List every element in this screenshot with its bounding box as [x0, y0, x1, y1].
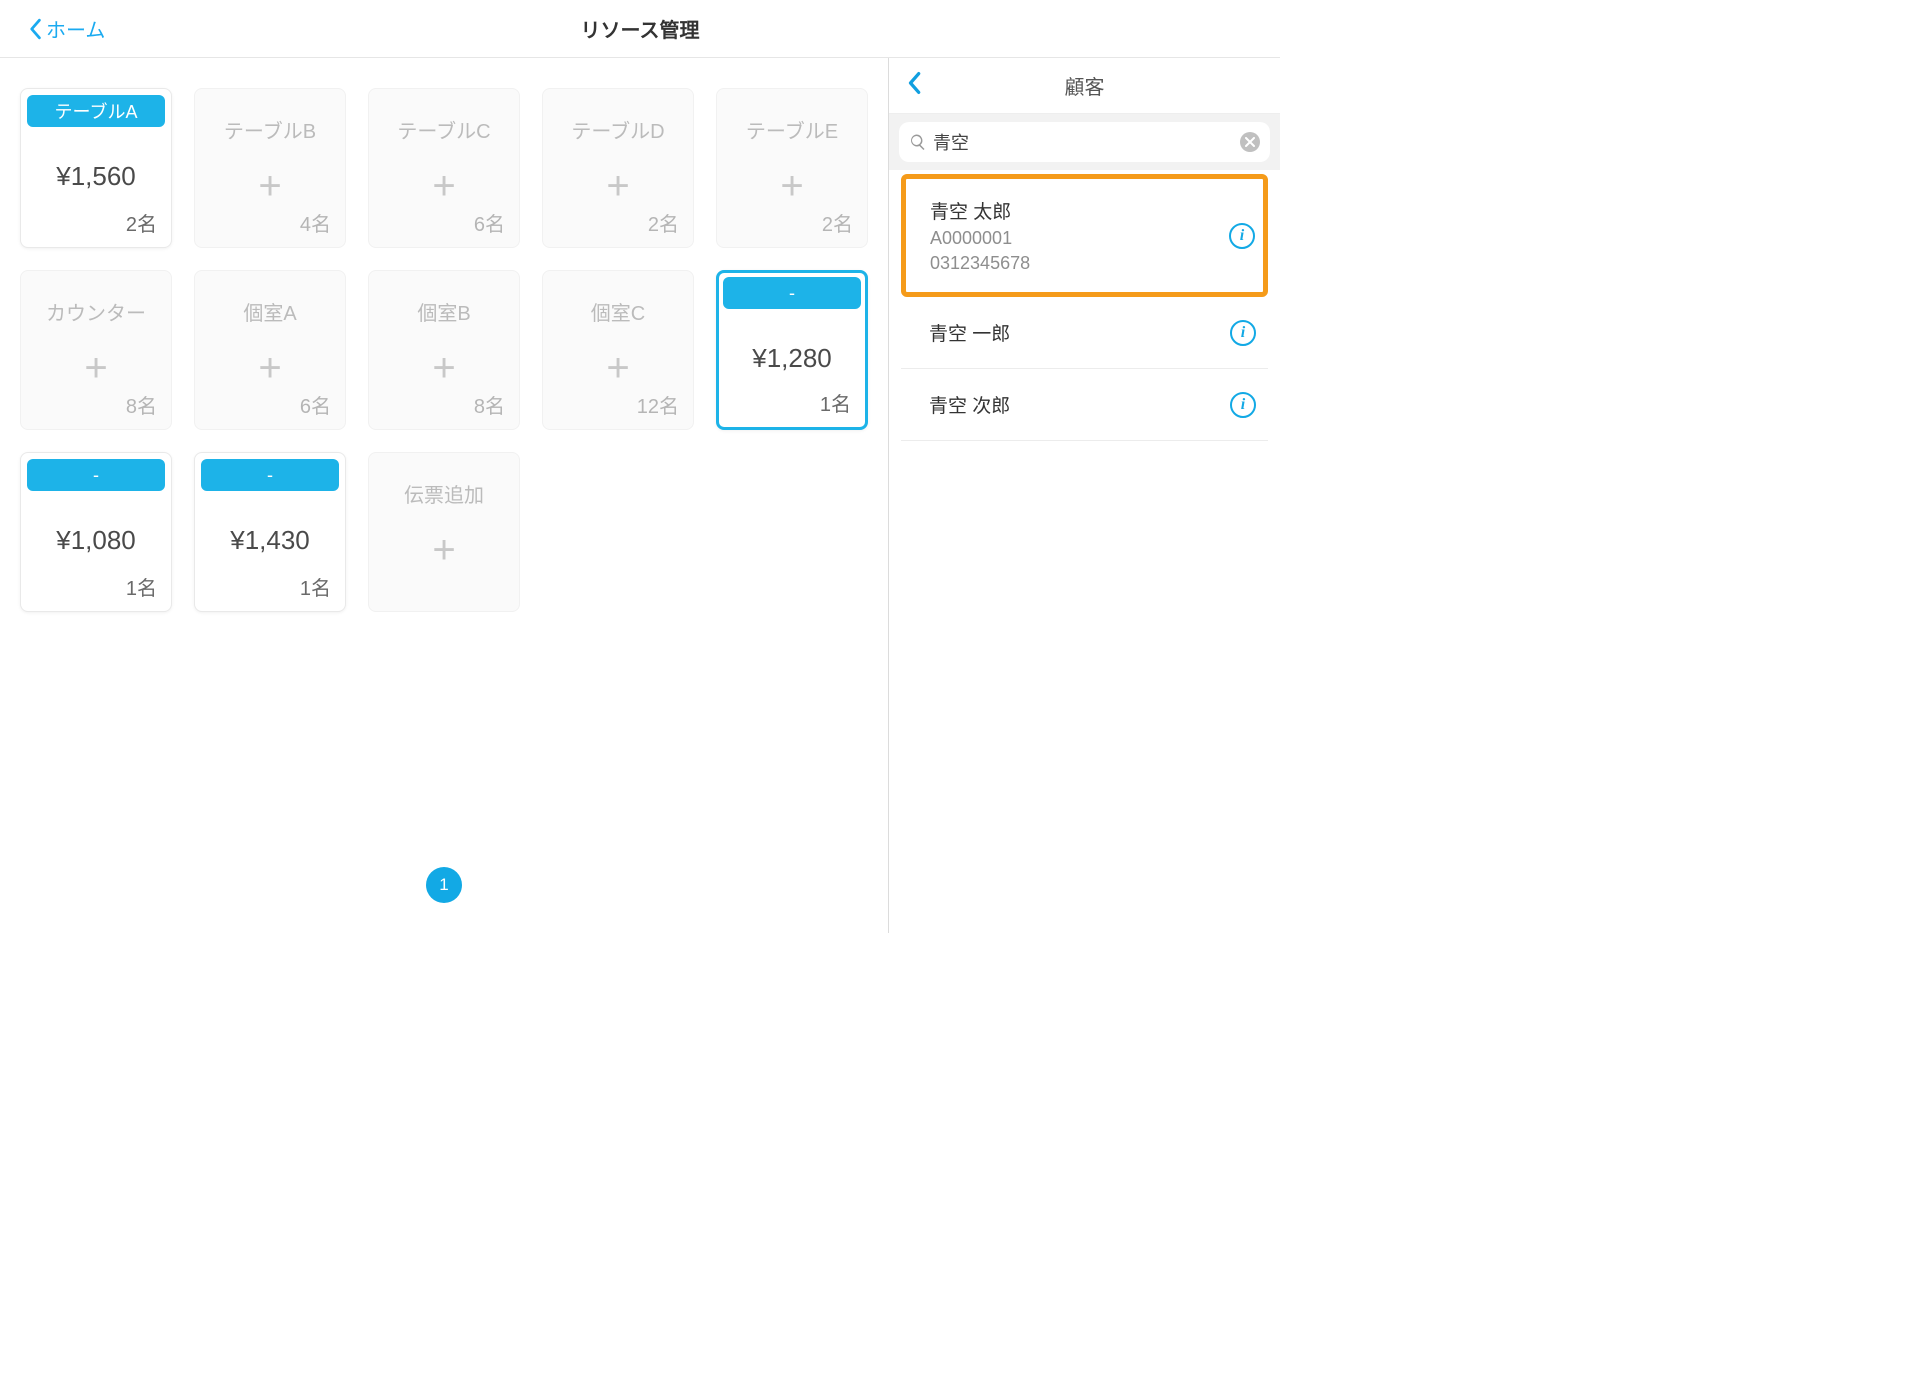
resource-capacity: 12名 — [637, 390, 679, 419]
resource-card[interactable]: 個室C +12名 — [542, 270, 694, 430]
resource-card[interactable]: - ¥1,280 1名 — [716, 270, 868, 430]
resource-card[interactable]: テーブルA ¥1,560 2名 — [20, 88, 172, 248]
sidebar-header: 顧客 — [889, 58, 1280, 114]
resource-name: 個室B — [369, 271, 519, 326]
plus-icon: + — [606, 166, 629, 206]
customer-list: 青空 太郎 A0000001 0312345678 i 青空 一郎 i 青空 次郎 i — [889, 170, 1280, 933]
customer-info: 青空 太郎 A0000001 0312345678 — [930, 197, 1030, 274]
search-bar — [889, 114, 1280, 170]
plus-icon: + — [84, 348, 107, 388]
plus-icon: + — [432, 166, 455, 206]
chevron-left-icon — [907, 71, 921, 95]
search-icon — [909, 133, 927, 151]
resource-card[interactable]: 個室A +6名 — [194, 270, 346, 430]
resource-main: テーブルA¥1,5602名テーブルB+4名テーブルC+6名テーブルD+2名テーブ… — [0, 58, 888, 933]
plus-icon: + — [258, 166, 281, 206]
resource-card[interactable]: - ¥1,080 1名 — [20, 452, 172, 612]
resource-grid: テーブルA¥1,5602名テーブルB+4名テーブルC+6名テーブルD+2名テーブ… — [20, 88, 868, 612]
chevron-left-icon — [28, 18, 42, 40]
sidebar-title: 顧客 — [1065, 71, 1105, 100]
close-icon — [1245, 137, 1255, 147]
resource-capacity: 8名 — [126, 390, 157, 419]
resource-amount: ¥1,560 — [56, 161, 136, 192]
app-header: ホーム リソース管理 — [0, 0, 1280, 58]
resource-capacity: 2名 — [648, 208, 679, 237]
resource-card[interactable]: テーブルD +2名 — [542, 88, 694, 248]
resource-card[interactable]: 個室B +8名 — [368, 270, 520, 430]
clear-search-button[interactable] — [1240, 132, 1260, 152]
resource-capacity: 6名 — [474, 208, 505, 237]
resource-name: 個室C — [543, 271, 693, 326]
customer-row[interactable]: 青空 一郎 i — [901, 297, 1268, 369]
resource-name-badge: - — [723, 277, 861, 309]
customer-info: 青空 次郎 — [929, 391, 1010, 418]
resource-name-badge: - — [201, 459, 339, 491]
back-home-button[interactable]: ホーム — [28, 14, 105, 43]
resource-capacity: 6名 — [300, 390, 331, 419]
info-button[interactable]: i — [1230, 392, 1256, 418]
resource-card[interactable]: テーブルE +2名 — [716, 88, 868, 248]
pagination: 1 — [0, 867, 888, 903]
resource-card[interactable]: - ¥1,430 1名 — [194, 452, 346, 612]
info-button[interactable]: i — [1229, 223, 1255, 249]
resource-card[interactable]: カウンター +8名 — [20, 270, 172, 430]
resource-capacity: 8名 — [474, 390, 505, 419]
resource-amount: ¥1,280 — [752, 343, 832, 374]
customer-row[interactable]: 青空 太郎 A0000001 0312345678 i — [901, 174, 1268, 297]
resource-capacity: 2名 — [126, 208, 157, 237]
page-title: リソース管理 — [581, 14, 700, 43]
resource-capacity: 2名 — [822, 208, 853, 237]
resource-name: テーブルC — [369, 89, 519, 144]
customer-sidebar: 顧客 青空 太郎 A0000001 0312345678 i 青空 一郎 i 青空 次郎 i — [888, 58, 1280, 933]
customer-name: 青空 次郎 — [929, 391, 1010, 418]
resource-capacity: 1名 — [300, 572, 331, 601]
customer-code: A0000001 — [930, 228, 1030, 249]
resource-name: テーブルE — [717, 89, 867, 144]
resource-capacity: 4名 — [300, 208, 331, 237]
customer-name: 青空 一郎 — [929, 319, 1010, 346]
resource-name: 個室A — [195, 271, 345, 326]
resource-name: カウンター — [21, 271, 171, 326]
sidebar-back-button[interactable] — [907, 71, 921, 100]
add-slip-label: 伝票追加 — [369, 453, 519, 508]
page-indicator[interactable]: 1 — [426, 867, 462, 903]
resource-name-badge: - — [27, 459, 165, 491]
back-home-label: ホーム — [46, 14, 105, 43]
plus-icon: + — [432, 530, 455, 570]
resource-name: テーブルD — [543, 89, 693, 144]
resource-name: テーブルB — [195, 89, 345, 144]
resource-capacity: 1名 — [820, 388, 851, 417]
resource-card[interactable]: テーブルC +6名 — [368, 88, 520, 248]
customer-info: 青空 一郎 — [929, 319, 1010, 346]
search-field[interactable] — [899, 122, 1270, 162]
customer-name: 青空 太郎 — [930, 197, 1030, 224]
customer-row[interactable]: 青空 次郎 i — [901, 369, 1268, 441]
resource-amount: ¥1,430 — [230, 525, 310, 556]
plus-icon: + — [606, 348, 629, 388]
resource-amount: ¥1,080 — [56, 525, 136, 556]
resource-card[interactable]: 伝票追加 + — [368, 452, 520, 612]
info-button[interactable]: i — [1230, 320, 1256, 346]
customer-phone: 0312345678 — [930, 253, 1030, 274]
plus-icon: + — [258, 348, 281, 388]
plus-icon: + — [780, 166, 803, 206]
resource-card[interactable]: テーブルB +4名 — [194, 88, 346, 248]
plus-icon: + — [432, 348, 455, 388]
resource-capacity: 1名 — [126, 572, 157, 601]
search-input[interactable] — [933, 132, 1240, 153]
resource-name-badge: テーブルA — [27, 95, 165, 127]
